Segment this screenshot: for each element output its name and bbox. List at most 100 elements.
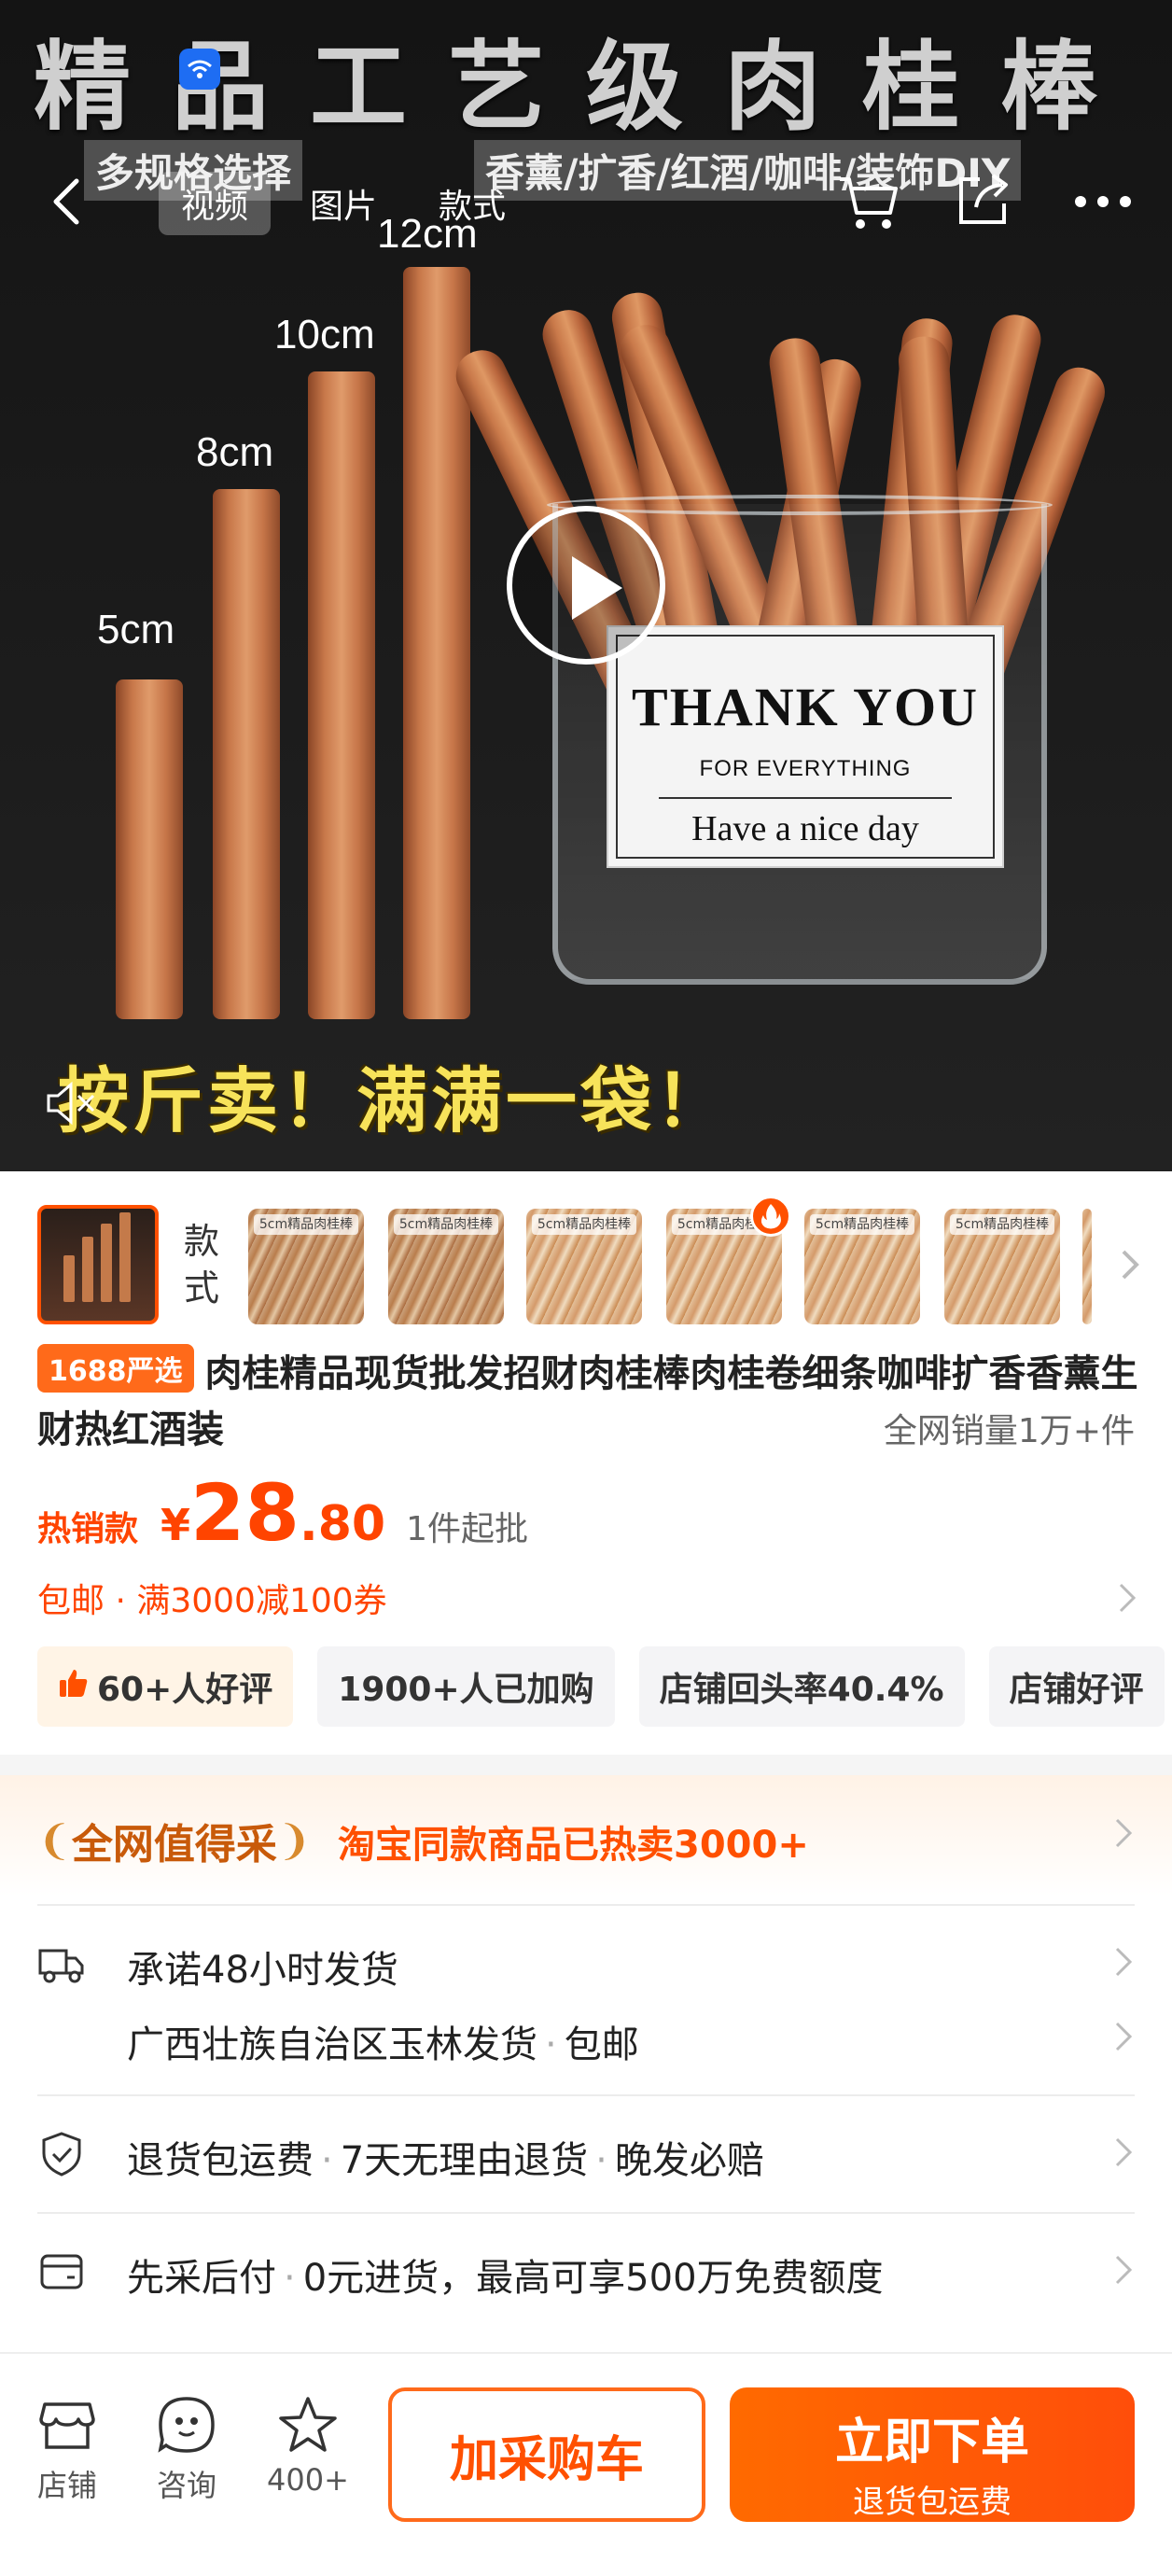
selection-badge: 1688严选	[37, 1344, 194, 1393]
chip-label: 60+人好评	[97, 1671, 273, 1709]
consult-button[interactable]: 咨询	[140, 2395, 233, 2505]
buy-now-sublabel: 退货包运费	[853, 2484, 1012, 2521]
reviews-chip[interactable]: 60+人好评	[37, 1646, 294, 1727]
price-integer: 28	[190, 1467, 300, 1559]
laurel-left-icon: ❨	[37, 1816, 72, 1865]
size-label-5cm: 5cm	[97, 607, 175, 652]
return-policy: 退货包运费 · 7天无理由退货 · 晚发必赔	[127, 2130, 764, 2184]
tab-images[interactable]: 图片	[287, 172, 399, 235]
style-thumb[interactable]: 5cm精品肉桂棒	[804, 1209, 920, 1324]
style-thumbnail-strip: 款式 5cm精品肉桂棒 5cm精品肉桂棒 5cm精品肉桂棒 5cm精品肉桂棒 5…	[0, 1171, 1172, 1358]
add-to-cart-button[interactable]: 加采购车	[388, 2387, 705, 2522]
style-thumb[interactable]: 5cm精品肉桂棒	[388, 1209, 504, 1324]
hero-caption: 按斤卖！满满一袋！	[58, 1059, 730, 1142]
seven-day-return: 7天无理由退货	[340, 2139, 589, 2182]
delivery-promise-row[interactable]: 承诺48小时发货	[37, 1932, 1135, 1997]
card-line3: Have a nice day	[691, 809, 919, 848]
style-label: 款式	[183, 1221, 219, 1309]
style-thumb[interactable]: 5cm精品肉桂棒	[248, 1209, 364, 1324]
pay-later: 先采后付 · 0元进货，最高可享500万免费额度	[127, 2247, 884, 2302]
thumb-tag: 5cm精品肉桂棒	[394, 1214, 498, 1235]
shipping-coupon-row[interactable]: 包邮 · 满3000减100券	[37, 1574, 1138, 1620]
chevron-right-icon	[1112, 1816, 1135, 1850]
chat-icon	[158, 2397, 215, 2453]
price-row: 热销款 ¥ 28 .80 1件起批	[37, 1467, 528, 1559]
card-rule	[659, 797, 952, 799]
consult-label: 咨询	[156, 2468, 216, 2503]
pay-later-label: 先采后付	[127, 2257, 276, 2300]
hot-sale-tag: 热销款	[37, 1510, 139, 1548]
shop-rating-chip[interactable]: 店铺好评	[988, 1646, 1165, 1727]
favorite-button[interactable]: 400+	[261, 2395, 355, 2498]
stick-10cm	[308, 371, 375, 1019]
thumb-tag: 5cm精品肉桂棒	[810, 1214, 914, 1235]
style-thumb[interactable]: 5cm精品肉桂棒	[526, 1209, 642, 1324]
chevron-right-icon	[1112, 2135, 1135, 2169]
min-order: 1件起批	[406, 1510, 528, 1548]
mini-stick	[82, 1237, 93, 1302]
sales-count: 全网销量1万+件	[883, 1412, 1135, 1450]
size-label-10cm: 10cm	[274, 312, 375, 357]
stick-8cm	[213, 489, 280, 1019]
add-to-cart-count-chip[interactable]: 1900+人已加购	[317, 1646, 615, 1727]
thank-card-border: THANK YOU FOR EVERYTHING Have a nice day	[616, 635, 995, 859]
ship-origin-row[interactable]: 广西壮族自治区玉林发货 · 包邮	[37, 2007, 1135, 2072]
more-icon[interactable]	[1073, 194, 1133, 209]
mute-icon[interactable]	[45, 1079, 99, 1127]
product-media-video[interactable]: 精品工艺级肉桂棒 多规格选择 香薰/扩香/红酒/咖啡/装饰DIY 5cm 8cm…	[0, 0, 1172, 1171]
price-currency: ¥	[160, 1500, 191, 1550]
style-thumb[interactable]: 5cm精品肉桂棒	[944, 1209, 1060, 1324]
back-button[interactable]	[45, 174, 93, 230]
product-detail-page: 精品工艺级肉桂棒 多规格选择 香薰/扩香/红酒/咖啡/装饰DIY 5cm 8cm…	[0, 0, 1172, 2576]
media-tabs: 视频 图片 款式	[159, 172, 528, 235]
size-label-8cm: 8cm	[196, 429, 274, 475]
chip-label: 店铺好评	[1009, 1671, 1144, 1709]
shop-button[interactable]: 店铺	[21, 2395, 114, 2505]
divider	[37, 1904, 1135, 1906]
hero-subtitle-right: 香薰/扩香/红酒/咖啡/装饰DIY	[474, 140, 1022, 201]
shipping-coupon-text: 包邮 · 满3000减100券	[37, 1582, 387, 1620]
buy-now-label: 立即下单	[834, 2415, 1029, 2471]
style-thumb-selected[interactable]	[37, 1205, 159, 1324]
value-banner[interactable]: ❨ 全网值得采 ❩ 淘宝同款商品已热卖3000+	[0, 1775, 1172, 1897]
value-title: ❨ 全网值得采 ❩	[37, 1811, 312, 1870]
cart-icon[interactable]	[836, 174, 901, 233]
hero-title: 精品工艺级肉桂棒	[33, 30, 1138, 144]
divider	[37, 2094, 1135, 2096]
bottom-action-bar: 店铺 咨询 400+ 加采购车 立即下单 退货包运费	[0, 2352, 1172, 2576]
mini-stick	[101, 1224, 112, 1302]
tab-styles[interactable]: 款式	[416, 172, 528, 235]
chevron-right-icon	[1112, 1945, 1135, 1979]
shield-check-icon	[37, 2130, 86, 2178]
thumbs-up-icon	[58, 1667, 90, 1707]
divider	[37, 2212, 1135, 2214]
free-shipping-text: 包邮	[564, 2023, 639, 2066]
thumb-tag: 5cm精品肉桂棒	[950, 1214, 1054, 1235]
tab-video[interactable]: 视频	[159, 172, 272, 235]
mini-stick	[63, 1255, 75, 1302]
share-icon[interactable]	[954, 170, 1013, 230]
repurchase-rate-chip[interactable]: 店铺回头率40.4%	[638, 1646, 965, 1727]
value-description: 淘宝同款商品已热卖3000+	[338, 1824, 809, 1867]
style-thumb-partial[interactable]	[1082, 1209, 1092, 1324]
shop-icon	[39, 2402, 95, 2449]
return-free-shipping: 退货包运费	[127, 2139, 314, 2182]
mini-stick	[119, 1212, 131, 1302]
chevron-right-icon[interactable]	[1116, 1246, 1144, 1283]
return-policy-row[interactable]: 退货包运费 · 7天无理由退货 · 晚发必赔	[37, 2122, 1135, 2188]
pay-later-row[interactable]: 先采后付 · 0元进货，最高可享500万免费额度	[37, 2240, 1135, 2305]
chevron-right-icon	[1112, 2253, 1135, 2287]
play-button[interactable]	[507, 506, 665, 665]
play-icon	[572, 556, 622, 620]
star-icon	[279, 2397, 337, 2452]
card-line2: FOR EVERYTHING	[699, 756, 912, 781]
wifi-icon	[179, 49, 220, 90]
highlight-chips: 60+人好评 1900+人已加购 店铺回头率40.4% 店铺好评	[37, 1646, 1165, 1727]
chevron-right-icon	[1116, 1581, 1138, 1615]
buy-now-button[interactable]: 立即下单 退货包运费	[730, 2387, 1135, 2522]
section-divider	[0, 1755, 1172, 1775]
thumb-tag: 5cm精品肉桂棒	[532, 1214, 636, 1235]
laurel-right-icon: ❩	[276, 1816, 312, 1865]
truck-icon	[37, 1939, 86, 1988]
credit-limit-text: 0元进货，最高可享500万免费额度	[302, 2257, 884, 2300]
